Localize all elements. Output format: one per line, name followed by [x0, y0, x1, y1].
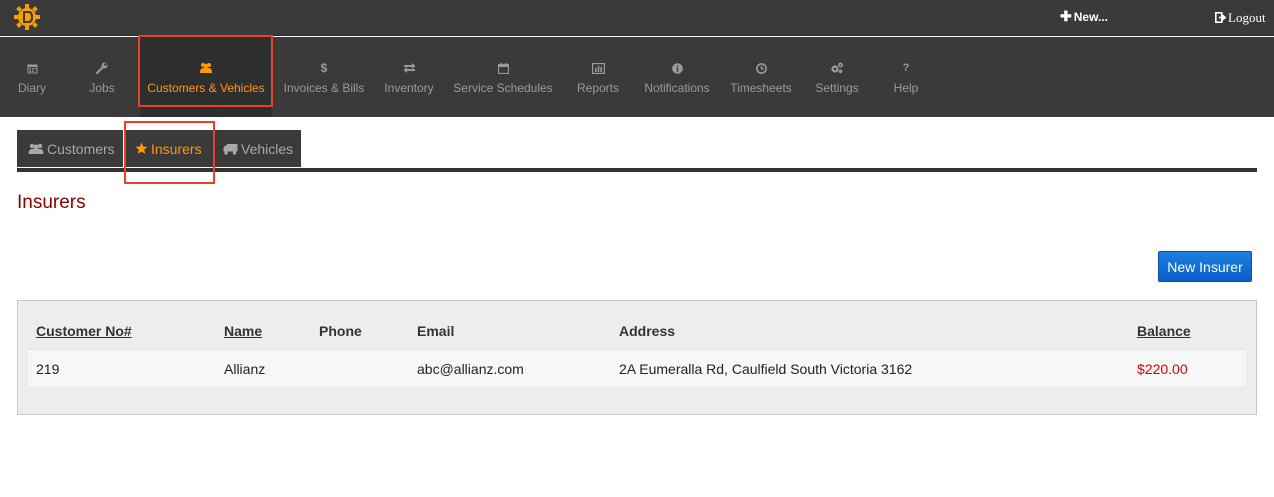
cell-balance: $220.00: [1137, 361, 1188, 377]
cell-address: 2A Eumeralla Rd, Caulfield South Victori…: [619, 361, 913, 377]
nav-item-service-schedules[interactable]: Service Schedules: [450, 37, 556, 117]
info-icon: [638, 61, 716, 75]
column-header-address: Address: [619, 323, 676, 339]
wrench-icon: [72, 61, 132, 75]
cell-name: Allianz: [224, 361, 266, 377]
nav-item-timesheets[interactable]: Timesheets: [724, 37, 798, 117]
exchange-icon: [378, 61, 440, 75]
nav-item-customers-vehicles[interactable]: Customers & Vehicles: [140, 37, 272, 117]
plus-icon: ✚: [1060, 8, 1072, 24]
truck-icon: [223, 143, 238, 155]
star-icon: [135, 142, 148, 155]
nav-label-reports: Reports: [576, 81, 620, 95]
new-insurer-button[interactable]: New Insurer: [1158, 251, 1252, 282]
tab-customers[interactable]: Customers: [17, 130, 123, 167]
calendar-icon: [2, 61, 62, 75]
top-bar: ✚ New... Logout: [0, 0, 1274, 36]
column-header-email: Email: [417, 323, 455, 339]
nav-label-diary: Diary: [17, 81, 46, 95]
tab-vehicles[interactable]: Vehicles: [215, 130, 301, 167]
nav-item-diary[interactable]: Diary: [2, 37, 62, 117]
nav-item-invoices-bills[interactable]: $ Invoices & Bills: [280, 37, 368, 117]
column-header-customer-no[interactable]: Customer No#: [36, 323, 132, 339]
tab-vehicles-label: Vehicles: [241, 140, 294, 157]
tab-customers-label: Customers: [47, 140, 115, 157]
page-title: Insurers: [17, 192, 86, 213]
sign-out-icon: [1215, 11, 1227, 26]
nav-label-settings: Settings: [815, 81, 859, 95]
nav-label-customers-vehicles: Customers & Vehicles: [147, 81, 265, 95]
logout-label: Logout: [1228, 10, 1266, 25]
nav-item-jobs[interactable]: Jobs: [72, 37, 132, 117]
nav-label-notifications: Notifications: [644, 81, 710, 95]
column-header-balance[interactable]: Balance: [1137, 323, 1191, 339]
question-icon: ?: [902, 62, 910, 74]
nav-label-inventory: Inventory: [384, 81, 434, 95]
tab-divider: [17, 168, 1257, 172]
main-nav: Diary Jobs Customers & Vehicles $ Invoic…: [0, 35, 1274, 117]
column-header-name[interactable]: Name: [224, 323, 262, 339]
clock-icon: [724, 61, 798, 75]
users-icon: [140, 61, 272, 75]
gears-icon: [806, 61, 868, 75]
logout-button[interactable]: Logout: [1215, 10, 1266, 26]
column-header-phone: Phone: [319, 323, 362, 339]
dollar-icon: $: [320, 61, 328, 75]
table-row[interactable]: 219 Allianz abc@allianz.com 2A Eumeralla…: [28, 349, 1246, 386]
cell-email: abc@allianz.com: [417, 361, 524, 377]
tab-insurers-label: Insurers: [151, 140, 202, 157]
tab-insurers[interactable]: Insurers: [125, 130, 213, 167]
nav-item-help[interactable]: ? Help: [876, 37, 936, 117]
bar-chart-icon: [568, 61, 628, 75]
new-menu-label: New...: [1073, 10, 1108, 24]
nav-item-settings[interactable]: Settings: [806, 37, 868, 117]
nav-item-reports[interactable]: Reports: [568, 37, 628, 117]
nav-item-notifications[interactable]: Notifications: [638, 37, 716, 117]
calendar-icon: [450, 61, 556, 75]
users-icon: [28, 143, 44, 155]
nav-item-inventory[interactable]: Inventory: [378, 37, 440, 117]
new-menu-button[interactable]: ✚ New...: [1060, 8, 1108, 25]
nav-label-service-schedules: Service Schedules: [453, 81, 553, 95]
nav-label-invoices-bills: Invoices & Bills: [283, 81, 365, 95]
cell-customer-no: 219: [36, 361, 60, 377]
gear-logo-icon[interactable]: [12, 3, 42, 31]
nav-label-help: Help: [893, 81, 919, 95]
nav-label-jobs: Jobs: [89, 81, 115, 95]
insurers-table: Customer No# Name Phone Email Address Ba…: [17, 300, 1257, 415]
nav-label-timesheets: Timesheets: [730, 81, 792, 95]
